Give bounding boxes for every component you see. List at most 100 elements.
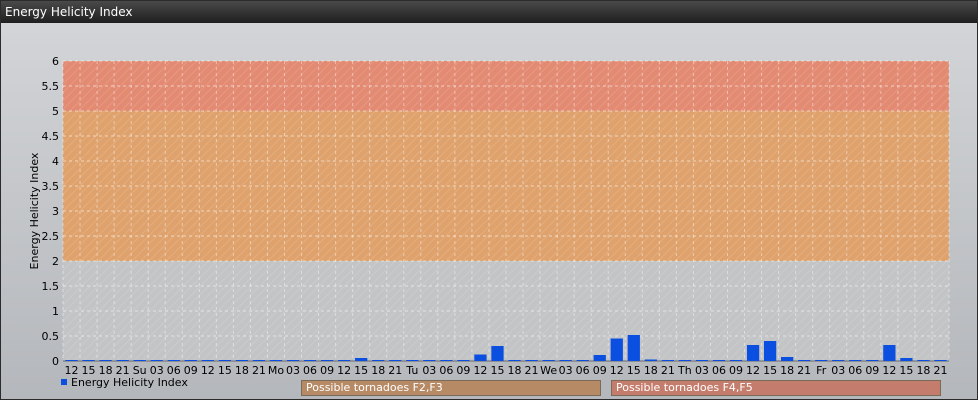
x-tick-label: 12	[746, 364, 760, 377]
x-tick-label: 15	[899, 364, 913, 377]
bar	[252, 360, 266, 361]
bar	[849, 360, 862, 361]
bar	[525, 360, 538, 361]
y-tick-label: 1.5	[42, 280, 60, 293]
bar	[678, 360, 692, 361]
x-tick-label: 06	[848, 364, 862, 377]
bar	[576, 360, 589, 361]
bar	[372, 360, 385, 361]
x-tick-label: 03	[422, 364, 436, 377]
legend-item-ehi: Energy Helicity Index	[61, 374, 188, 390]
bar	[82, 360, 95, 361]
x-tick-label: 03	[559, 364, 573, 377]
zone-label-f4-f5: Possible tornadoes F4,F5	[611, 380, 941, 396]
bar	[729, 360, 743, 361]
x-tick-label: 15	[218, 364, 232, 377]
x-tick-label: We	[540, 364, 557, 377]
y-tick-label: 5	[52, 105, 59, 118]
bar	[917, 360, 930, 361]
bar	[389, 360, 402, 361]
y-tick-label: 0.5	[42, 330, 60, 343]
bar	[150, 360, 163, 361]
x-tick-label: 15	[490, 364, 504, 377]
x-tick-label: 15	[627, 364, 641, 377]
x-tick-label: 18	[508, 364, 522, 377]
x-tick-label: 12	[473, 364, 487, 377]
bar	[99, 360, 112, 361]
legend-swatch	[61, 379, 67, 385]
bar	[712, 360, 726, 361]
y-tick-label: 2	[52, 255, 59, 268]
x-tick-label: Th	[677, 364, 692, 377]
x-tick-label: 21	[661, 364, 675, 377]
y-axis-label: Energy Helicity Index	[28, 152, 41, 269]
x-tick-label: 06	[712, 364, 726, 377]
bar	[934, 360, 947, 361]
x-tick-label: 21	[388, 364, 402, 377]
bar	[303, 360, 317, 361]
x-tick-label: 21	[933, 364, 947, 377]
y-tick-label: 0	[52, 355, 59, 368]
y-tick-label: 2.5	[42, 230, 60, 243]
bar	[644, 359, 657, 361]
bar	[746, 345, 760, 361]
bar	[559, 360, 572, 361]
bar	[440, 360, 453, 361]
bar	[593, 355, 606, 361]
bar	[661, 360, 674, 361]
bar	[167, 360, 180, 361]
bar	[457, 360, 470, 361]
x-tick-label: 15	[354, 364, 368, 377]
y-tick-label: 6	[52, 55, 59, 68]
bar	[491, 346, 504, 361]
x-tick-label: Tu	[405, 364, 418, 377]
bar	[65, 360, 78, 361]
x-tick-label: 06	[303, 364, 317, 377]
bar	[508, 360, 521, 361]
x-tick-label: 12	[337, 364, 351, 377]
bar	[116, 360, 129, 361]
legend-label: Energy Helicity Index	[71, 375, 188, 389]
x-tick-label: 06	[439, 364, 453, 377]
x-tick-label: 18	[916, 364, 930, 377]
x-tick-label: 21	[525, 364, 539, 377]
x-tick-label: 09	[320, 364, 334, 377]
bar	[474, 354, 487, 361]
bar	[406, 360, 419, 361]
x-tick-label: Fr	[816, 364, 827, 377]
bar	[866, 360, 879, 361]
bar	[883, 345, 896, 361]
bar	[320, 360, 334, 361]
x-tick-label: 06	[576, 364, 590, 377]
ehi-chart: 00.511.522.533.544.555.56 12 15 18 21 Su 03 06…	[28, 55, 950, 377]
x-tick-label: 09	[729, 364, 743, 377]
bar	[798, 360, 811, 361]
bar	[815, 360, 828, 361]
bar	[201, 360, 214, 361]
x-tick-label: 21	[252, 364, 266, 377]
bar	[184, 360, 197, 361]
x-tick-label: 18	[235, 364, 249, 377]
x-tick-label: 18	[371, 364, 385, 377]
bar	[235, 360, 249, 361]
bar	[900, 358, 913, 361]
x-tick-label: 03	[286, 364, 300, 377]
x-tick-label: 09	[456, 364, 470, 377]
bar	[695, 360, 709, 361]
x-tick-label: 21	[797, 364, 811, 377]
y-tick-label: 4.5	[42, 130, 60, 143]
x-tick-label: 09	[593, 364, 607, 377]
x-tick-label: 18	[780, 364, 794, 377]
chart-widget: Energy Helicity Index 0 0.5 1 1.5 2 2.5 3 3.5 4 4…	[0, 0, 978, 400]
x-tick-label: Mo	[268, 364, 284, 377]
x-tick-label: 15	[763, 364, 777, 377]
y-tick-label: 1	[52, 305, 59, 318]
bar	[133, 360, 146, 361]
bar	[269, 360, 283, 361]
bar	[542, 360, 555, 361]
bar	[423, 360, 436, 361]
bar	[286, 360, 300, 361]
bar	[355, 358, 368, 361]
y-tick-label: 3	[52, 205, 59, 218]
x-tick-label: 12	[610, 364, 624, 377]
